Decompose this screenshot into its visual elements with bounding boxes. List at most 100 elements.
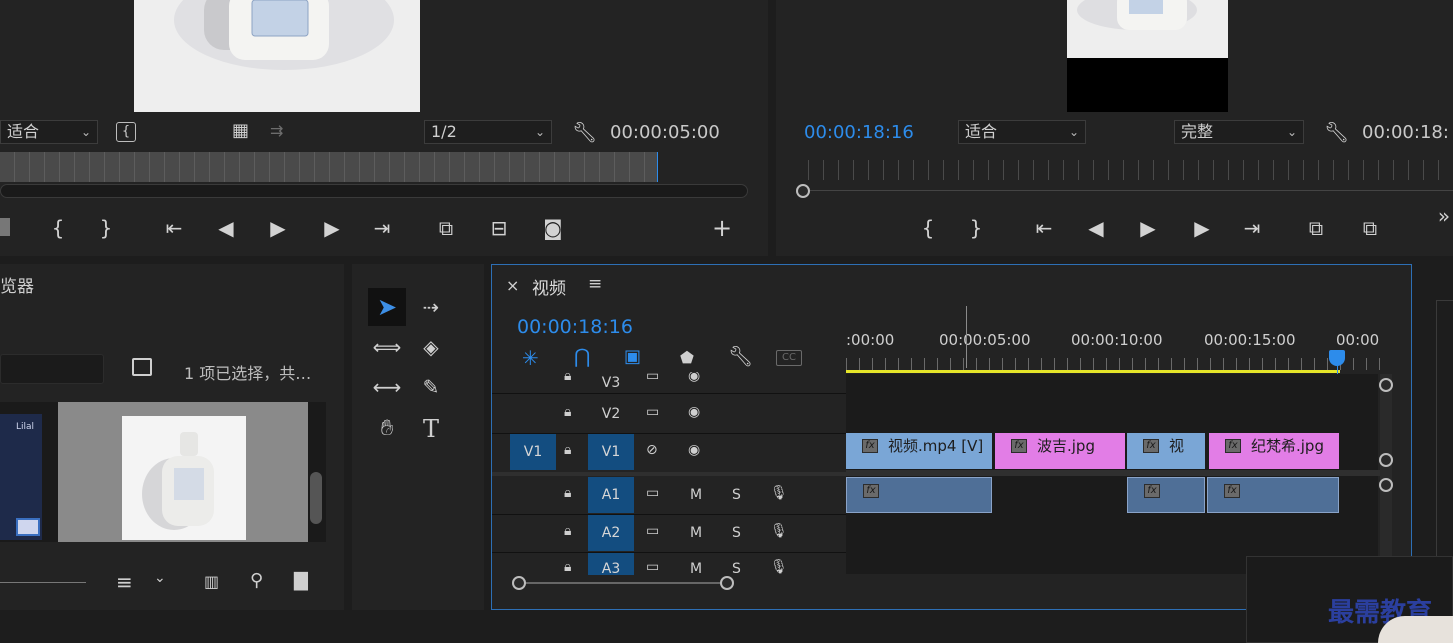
eye-icon[interactable]: ◉ xyxy=(688,404,700,420)
program-zoom-dropdown[interactable]: 适合 ⌄ xyxy=(958,120,1086,144)
mute-button[interactable]: M xyxy=(690,561,702,575)
timeline-hscroll-track[interactable] xyxy=(518,582,726,584)
playhead-handle[interactable] xyxy=(1329,350,1345,366)
work-area-bar[interactable] xyxy=(846,370,1340,373)
audio-zoom-handle-top[interactable] xyxy=(1379,478,1393,492)
thumbnail-video[interactable]: Lilal xyxy=(0,414,42,540)
play-icon[interactable]: ▶︎ xyxy=(1136,218,1160,238)
lock-icon[interactable]: 🔒︎ xyxy=(564,559,571,575)
audio-clip-3[interactable]: fx xyxy=(1207,477,1339,513)
step-back-icon[interactable]: ◀︎ xyxy=(214,218,238,238)
lock-icon[interactable]: 🔒︎ xyxy=(564,404,571,420)
captions-icon[interactable]: CC xyxy=(776,350,802,366)
track-header-a2[interactable]: 🔒︎ A2 ▭ M S 🎙︎ xyxy=(492,515,846,553)
timeline-menu-icon[interactable]: ≡ xyxy=(588,274,602,294)
microphone-icon[interactable]: 🎙︎ xyxy=(770,559,788,575)
find-icon[interactable] xyxy=(132,358,152,376)
film-strip-icon[interactable]: ▦ xyxy=(232,121,252,141)
source-patch-v1[interactable]: V1 xyxy=(510,434,556,470)
linked-selection-icon[interactable]: ▣ xyxy=(624,346,641,367)
step-back-icon[interactable]: ◀︎ xyxy=(1084,218,1108,238)
clip-boji-jpg[interactable]: fx 波吉.jpg xyxy=(995,433,1125,469)
hand-tool[interactable]: ✋︎ xyxy=(368,410,406,448)
track-header-v2[interactable]: 🔒︎ V2 ▭ ◉ xyxy=(492,396,846,434)
sync-lock-icon[interactable]: ▭ xyxy=(646,372,659,384)
video-zoom-handle-bottom[interactable] xyxy=(1379,453,1393,467)
snap-magnet-icon[interactable]: ⋂ xyxy=(574,344,590,368)
timeline-ruler-ticks[interactable] xyxy=(846,358,1380,370)
chevron-down-icon[interactable]: ⌄ xyxy=(154,570,166,586)
go-to-in-icon[interactable]: ⇤ xyxy=(160,218,188,238)
eye-icon[interactable]: ◉ xyxy=(688,442,700,458)
track-header-a1[interactable]: 🔒︎ A1 ▭ M S 🎙︎ xyxy=(492,477,846,515)
timeline-sequence-tab[interactable]: 视频 xyxy=(532,274,566,299)
hscroll-handle-right[interactable] xyxy=(720,576,734,590)
mark-out-icon[interactable]: } xyxy=(966,218,986,238)
sort-icon[interactable]: ≡ xyxy=(116,570,133,594)
program-zoom-scrollbar[interactable] xyxy=(798,190,1453,191)
nest-toggle-icon[interactable]: ✳︎ xyxy=(522,346,539,370)
lock-icon[interactable]: 🔒︎ xyxy=(564,485,571,501)
track-select-tool[interactable]: ⇢ xyxy=(412,288,450,326)
settings-bracket-icon[interactable]: { xyxy=(116,122,136,142)
step-forward-icon[interactable]: ▶︎ xyxy=(1190,218,1214,238)
mark-out-icon[interactable]: } xyxy=(96,218,116,238)
overwrite-icon[interactable]: ⊟ xyxy=(484,218,514,238)
selection-tool[interactable]: ➤ xyxy=(368,288,406,326)
track-label-v1[interactable]: V1 xyxy=(588,434,634,470)
solo-button[interactable]: S xyxy=(732,487,741,503)
thumbnail-selected[interactable] xyxy=(58,402,308,542)
new-bin-icon[interactable]: ▇ xyxy=(294,570,308,591)
grid-scrollbar-thumb[interactable] xyxy=(310,472,322,524)
track-label-a1[interactable]: A1 xyxy=(588,477,634,513)
go-to-out-icon[interactable]: ⇥ xyxy=(1238,218,1266,238)
wrench-icon[interactable]: 🔧︎ xyxy=(1324,120,1349,144)
track-label-v2[interactable]: V2 xyxy=(588,396,634,432)
search-icon[interactable]: ⚲ xyxy=(250,570,263,591)
track-header-v3[interactable]: 🔒︎ V3 ▭ ◉ xyxy=(492,372,846,394)
wrench-icon[interactable]: 🔧︎ xyxy=(572,120,597,144)
audio-waveform-icon[interactable]: ⇉ xyxy=(270,121,283,140)
search-input[interactable] xyxy=(0,354,104,384)
program-scroll-handle[interactable] xyxy=(796,184,810,198)
insert-icon[interactable]: ⧉ xyxy=(430,218,462,238)
timeline-playhead-timecode[interactable]: 00:00:18:16 xyxy=(517,316,633,338)
pen-tool[interactable]: ✎ xyxy=(412,368,450,406)
sync-lock-icon[interactable]: ▭ xyxy=(646,559,659,575)
panel-title[interactable]: 览器 xyxy=(0,272,34,297)
solo-button[interactable]: S xyxy=(732,525,741,541)
track-header-v1[interactable]: V1 🔒︎ V1 ⊘ ◉ xyxy=(492,434,846,472)
sync-lock-icon[interactable]: ▭ xyxy=(646,404,659,420)
mute-button[interactable]: M xyxy=(690,525,702,541)
slip-tool[interactable]: ⟷ xyxy=(368,368,406,406)
go-to-in-icon[interactable]: ⇤ xyxy=(1030,218,1058,238)
clip-givenchy-jpg[interactable]: fx 纪梵希.jpg xyxy=(1209,433,1339,469)
program-quality-dropdown[interactable]: 完整 ⌄ xyxy=(1174,120,1304,144)
audio-clip-2[interactable]: fx xyxy=(1127,477,1205,513)
extract-icon[interactable]: ⧉ xyxy=(1354,218,1386,238)
export-frame-icon[interactable]: ◙ xyxy=(540,218,566,238)
lock-icon[interactable]: 🔒︎ xyxy=(564,372,571,384)
more-controls-icon[interactable]: » xyxy=(1434,206,1453,226)
solo-button[interactable]: S xyxy=(732,561,741,575)
play-icon[interactable]: ▶︎ xyxy=(266,218,290,238)
microphone-icon[interactable]: 🎙︎ xyxy=(770,523,788,539)
sync-lock-icon[interactable]: ▭ xyxy=(646,523,659,539)
video-zoom-handle-top[interactable] xyxy=(1379,378,1393,392)
mark-in-icon[interactable]: { xyxy=(918,218,938,238)
track-label-v3[interactable]: V3 xyxy=(588,372,634,393)
source-zoom-dropdown[interactable]: 适合 ⌄ xyxy=(0,120,98,144)
track-label-a2[interactable]: A2 xyxy=(588,515,634,551)
step-forward-icon[interactable]: ▶︎ xyxy=(320,218,344,238)
lift-icon[interactable]: ⧉ xyxy=(1300,218,1332,238)
add-marker-icon[interactable]: ⬟ xyxy=(680,348,694,367)
zoom-slider[interactable] xyxy=(0,582,86,583)
ripple-edit-tool[interactable]: ⟺ xyxy=(368,328,406,366)
timeline-close-button[interactable]: × xyxy=(506,276,519,295)
timeline-settings-wrench-icon[interactable]: 🔧︎ xyxy=(728,344,753,368)
track-header-a3[interactable]: 🔒︎ A3 ▭ M S 🎙︎ xyxy=(492,553,846,575)
mark-in-icon[interactable]: { xyxy=(48,218,68,238)
hscroll-handle-left[interactable] xyxy=(512,576,526,590)
type-tool[interactable]: T xyxy=(412,410,450,448)
go-to-out-icon[interactable]: ⇥ xyxy=(368,218,396,238)
